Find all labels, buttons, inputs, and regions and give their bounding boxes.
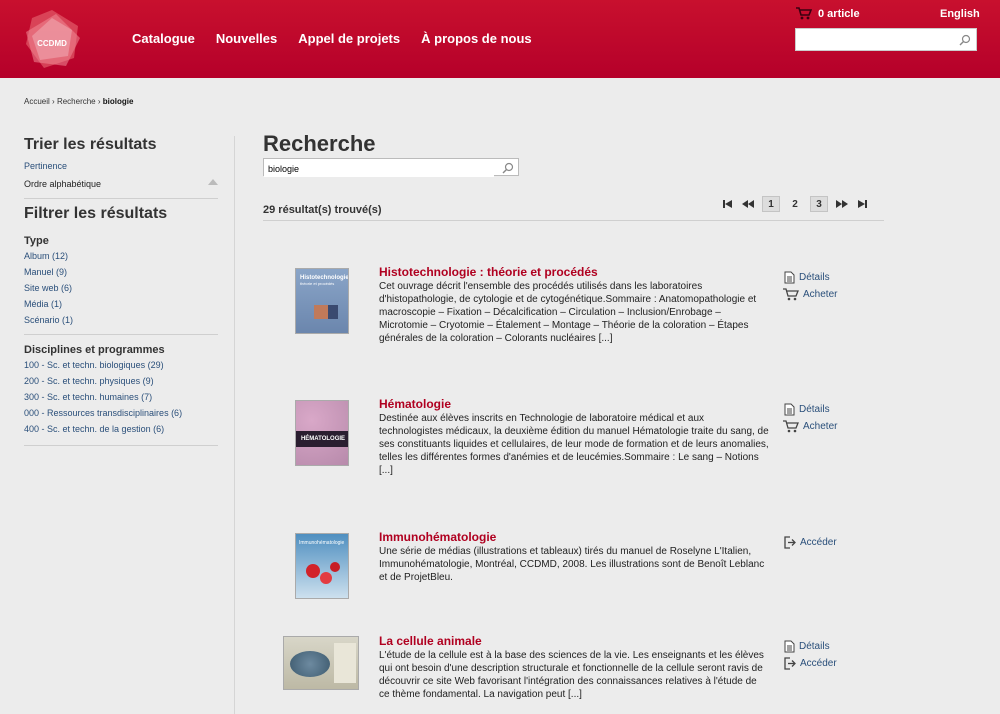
nav-nouvelles[interactable]: Nouvelles [216,31,277,46]
buy-link[interactable]: Acheter [783,418,837,434]
result-description: Cet ouvrage décrit l'ensemble des procéd… [379,281,757,344]
filter-site-web[interactable]: Site web (6) [24,280,218,296]
last-page-icon[interactable] [857,199,868,209]
previous-page-icon[interactable] [741,199,755,209]
details-link[interactable]: Détails [783,401,837,417]
filter-album[interactable]: Album (12) [24,248,218,264]
triangle-up-icon [208,179,218,185]
document-icon [784,271,795,283]
access-icon [784,535,796,549]
cover-hematologie[interactable]: HÉMATOLOGIE [295,400,349,466]
divider [24,445,218,446]
column-divider [234,136,235,714]
thumbnail-cellule-animale[interactable] [283,636,359,690]
next-page-icon[interactable] [835,199,849,209]
sort-pertinence[interactable]: Pertinence [24,158,218,174]
divider [263,220,884,221]
page-title: Recherche [263,131,376,156]
sidebar: Trier les résultats Pertinence Ordre alp… [24,136,218,446]
filter-discipline-200[interactable]: 200 - Sc. et techn. physiques (9) [24,373,218,389]
filter-title: Filtrer les résultats [24,205,168,222]
sort-alphabetique[interactable]: Ordre alphabétique [24,179,101,189]
result-description: L'étude de la cellule est à la base des … [379,650,764,700]
document-icon [784,640,795,652]
main-search-input[interactable] [264,161,494,177]
breadcrumb-home[interactable]: Accueil [24,97,50,106]
nav-a-propos[interactable]: À propos de nous [421,31,532,46]
ccdmd-logo[interactable]: CCDMD [22,8,82,70]
page-2-button[interactable]: 2 [786,196,804,212]
language-link[interactable]: English [940,8,980,20]
result-title[interactable]: La cellule animale [379,634,482,648]
filter-discipline-100[interactable]: 100 - Sc. et techn. biologiques (29) [24,357,218,373]
access-icon [784,656,796,670]
breadcrumb-search[interactable]: Recherche [57,97,96,106]
cover-histotechnologie[interactable]: Histotechnologie théorie et procédés [295,268,349,334]
cart-icon [783,419,799,432]
filter-discipline-000[interactable]: 000 - Ressources transdisciplinaires (6) [24,405,218,421]
access-link[interactable]: Accéder [783,655,837,671]
search-icon[interactable] [959,33,971,51]
access-link[interactable]: Accéder [783,534,837,550]
cart-count: 0 article [818,7,860,20]
result-title[interactable]: Hématologie [379,397,451,411]
cart-icon [783,287,799,300]
search-icon[interactable] [502,161,514,179]
filter-scenario[interactable]: Scénario (1) [24,312,218,328]
disciplines-heading: Disciplines et programmes [24,344,165,356]
document-icon [784,403,795,415]
type-heading: Type [24,235,49,247]
header-search-input[interactable] [796,29,951,50]
main-nav: Catalogue Nouvelles Appel de projets À p… [132,31,553,46]
details-link[interactable]: Détails [783,269,837,285]
header-search [795,28,977,51]
sort-title: Trier les résultats [24,136,157,153]
main-search [263,158,519,179]
result-title[interactable]: Immunohématologie [379,530,496,544]
filter-discipline-300[interactable]: 300 - Sc. et techn. humaines (7) [24,389,218,405]
filter-media[interactable]: Média (1) [24,296,218,312]
divider [24,198,218,199]
cart-icon [796,7,812,20]
page-3-button[interactable]: 3 [810,196,828,212]
page-1-button[interactable]: 1 [762,196,780,212]
nav-appel-de-projets[interactable]: Appel de projets [298,31,400,46]
divider [24,334,218,335]
filter-discipline-400[interactable]: 400 - Sc. et techn. de la gestion (6) [24,421,218,437]
result-description: Destinée aux élèves inscrits en Technolo… [379,413,769,476]
logo-text: CCDMD [37,39,67,48]
first-page-icon[interactable] [722,199,733,209]
cart-link[interactable]: 0 article [796,7,860,20]
result-title[interactable]: Histotechnologie : théorie et procédés [379,265,598,279]
result-count: 29 résultat(s) trouvé(s) [263,204,382,216]
breadcrumb: Accueil › Recherche › biologie [24,97,134,106]
filter-manuel[interactable]: Manuel (9) [24,264,218,280]
nav-catalogue[interactable]: Catalogue [132,31,195,46]
buy-link[interactable]: Acheter [783,286,837,302]
cover-immunohematologie[interactable]: Immunohématologie [295,533,349,599]
site-header: CCDMD Catalogue Nouvelles Appel de proje… [0,0,1000,78]
details-link[interactable]: Détails [783,638,837,654]
result-description: Une série de médias (illustrations et ta… [379,546,765,583]
pagination: 1 2 3 [718,196,872,212]
breadcrumb-current: biologie [102,97,134,106]
